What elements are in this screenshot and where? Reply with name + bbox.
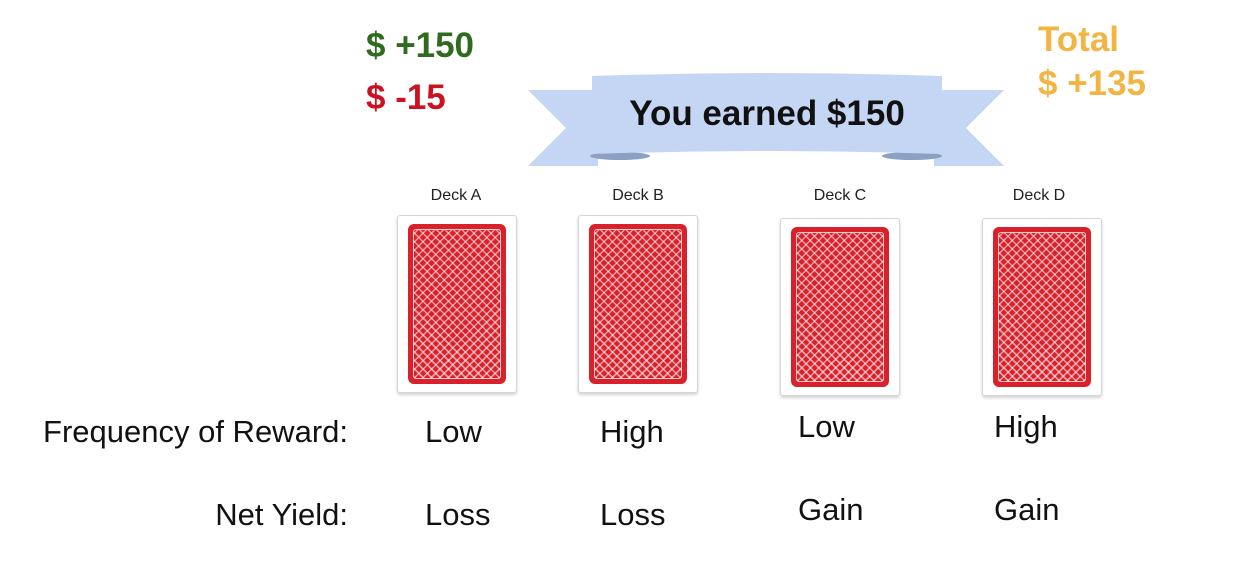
deck-a-net-yield: Loss xyxy=(425,497,491,532)
banner-message: You earned $150 xyxy=(629,94,905,133)
deck-c-label: Deck C xyxy=(813,187,867,204)
deck-c-net-yield: Gain xyxy=(798,492,864,527)
deck-c-card[interactable] xyxy=(780,218,900,396)
deck-a-label: Deck A xyxy=(430,187,482,204)
card-back-pattern xyxy=(791,227,889,387)
loss-amount: $ -15 xyxy=(366,78,446,117)
deck-c-frequency: Low xyxy=(798,409,855,444)
deck-b-label: Deck B xyxy=(612,187,664,204)
net-yield-row-label: Net Yield: xyxy=(215,497,348,532)
deck-b-net-yield: Loss xyxy=(600,497,666,532)
deck-d-net-yield: Gain xyxy=(994,492,1060,527)
deck-b-card[interactable] xyxy=(578,215,698,393)
gain-amount: $ +150 xyxy=(366,26,475,65)
deck-d-label: Deck D xyxy=(1012,187,1066,204)
card-back-pattern xyxy=(993,227,1091,387)
card-back-pattern xyxy=(408,224,506,384)
deck-d-card[interactable] xyxy=(982,218,1102,396)
deck-a-frequency: Low xyxy=(425,414,482,449)
card-back-pattern xyxy=(589,224,687,384)
deck-a-card[interactable] xyxy=(397,215,517,393)
total-label: Total xyxy=(1038,20,1120,59)
frequency-row-label: Frequency of Reward: xyxy=(43,414,348,449)
deck-b-frequency: High xyxy=(600,414,664,449)
deck-d-frequency: High xyxy=(994,409,1058,444)
total-value: $ +135 xyxy=(1038,64,1147,103)
